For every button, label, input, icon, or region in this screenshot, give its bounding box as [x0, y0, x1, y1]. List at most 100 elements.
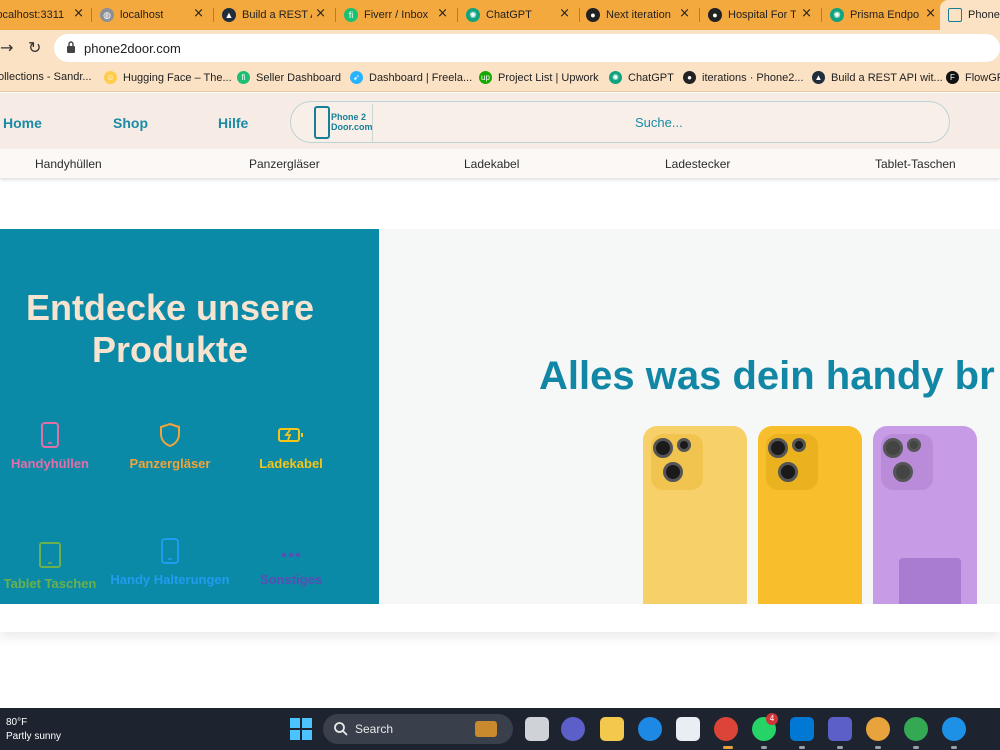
category-link-handyhuellen[interactable]: Handyhüllen — [35, 157, 102, 171]
hero-category-tablet-taschen[interactable]: Tablet Taschen — [0, 542, 110, 592]
whatsapp-icon[interactable]: 4 — [752, 713, 778, 741]
browser-tab[interactable]: ✺ Prisma Endpo × — [830, 2, 938, 28]
category-link-panzerglaeser[interactable]: Panzergläser — [249, 157, 320, 171]
bookmark-item[interactable]: ☺ Hugging Face – The... — [104, 71, 232, 84]
hero-category-handy-halterungen[interactable]: Handy Halterungen — [110, 538, 230, 588]
category-link-tablet-taschen[interactable]: Tablet-Taschen — [875, 157, 956, 171]
reload-icon[interactable]: ↻ — [28, 38, 41, 57]
search-icon — [334, 722, 348, 736]
search-highlight-icon — [475, 721, 497, 737]
browser-tab[interactable]: ● Hospital For T × — [708, 2, 814, 28]
bookmark-item[interactable]: up Project List | Upwork — [479, 71, 599, 84]
hero-category-ladekabel[interactable]: Ladekabel — [231, 422, 351, 472]
browser-tab[interactable]: ◍ localhost × — [100, 2, 206, 28]
bookmark-item[interactable]: F FlowGP — [946, 71, 1000, 84]
site-search-bar[interactable]: Phone 2 Door.com Suche... — [290, 101, 950, 143]
docker-icon[interactable] — [942, 717, 966, 741]
close-tab-icon[interactable]: × — [193, 6, 204, 21]
upwork-icon: up — [479, 71, 492, 84]
browser-tab[interactable]: localhost:3311 × — [0, 2, 86, 28]
browser-tab[interactable]: ✺ ChatGPT × — [466, 2, 572, 28]
nav-shop-link[interactable]: Shop — [113, 115, 148, 131]
bookmark-item[interactable]: ollections - Sandr... — [0, 71, 92, 83]
search-placeholder: Suche... — [635, 115, 683, 130]
browser-tab-active[interactable]: Phone — [940, 0, 1000, 30]
browser-toolbar: → ↻ phone2door.com — [0, 30, 1000, 66]
arrow-logo-icon: ▲ — [812, 71, 825, 84]
freelancer-icon: ➹ — [350, 71, 363, 84]
task-view-icon[interactable] — [525, 717, 549, 741]
taskbar-search[interactable]: Search — [323, 714, 513, 744]
address-bar-url: phone2door.com — [84, 41, 181, 56]
close-tab-icon[interactable]: × — [315, 6, 326, 21]
chrome-icon[interactable] — [866, 717, 890, 741]
hero-slogan: Alles was dein handy br — [539, 354, 995, 398]
fiverr-icon: fi — [237, 71, 250, 84]
chrome-icon[interactable] — [904, 717, 928, 741]
hero-category-sonstiges[interactable]: Sonstiges — [231, 546, 351, 588]
address-bar[interactable]: phone2door.com — [54, 34, 1000, 62]
github-icon: ● — [708, 8, 722, 22]
browser-tab[interactable]: fi Fiverr / Inbox × — [344, 2, 450, 28]
vscode-icon[interactable] — [790, 717, 814, 741]
close-tab-icon[interactable]: × — [559, 6, 570, 21]
forward-arrow-icon[interactable]: → — [0, 38, 13, 57]
more-dots-icon — [281, 552, 301, 558]
close-tab-icon[interactable]: × — [679, 6, 690, 21]
fiverr-icon: fi — [344, 8, 358, 22]
windows-start-icon[interactable] — [290, 718, 312, 740]
teams-chat-icon[interactable] — [561, 717, 585, 741]
hero-category-handyhuellen[interactable]: Handyhüllen — [0, 422, 110, 472]
tablet-icon — [39, 542, 61, 568]
browser-tab[interactable]: ● Next iteration × — [586, 2, 692, 28]
github-icon: ● — [586, 8, 600, 22]
edge-browser-icon[interactable] — [638, 717, 662, 741]
phone-logo-icon — [314, 106, 330, 139]
browser-tab-strip: localhost:3311 × ◍ localhost × ▲ Build a… — [0, 0, 1000, 30]
chatgpt-icon: ✺ — [466, 8, 480, 22]
phone-holder-icon — [161, 538, 179, 564]
hero-heading: Entdecke unsere Produkte — [25, 287, 315, 370]
bookmark-item[interactable]: fi Seller Dashboard — [237, 71, 341, 84]
lock-icon — [67, 41, 75, 53]
close-tab-icon[interactable]: × — [73, 6, 84, 21]
hero-banner: Alles was dein handy br — [379, 229, 1000, 604]
phone2door-logo[interactable]: Phone 2 Door.com — [301, 104, 373, 142]
github-icon: ● — [683, 71, 696, 84]
bookmark-item[interactable]: ✺ ChatGPT — [609, 71, 674, 84]
bookmark-item[interactable]: ● iterations · Phone2... — [683, 71, 804, 84]
notification-badge: 4 — [766, 713, 778, 725]
microsoft-store-icon[interactable] — [676, 717, 700, 741]
flow-icon: F — [946, 71, 959, 84]
phone-case-image — [643, 426, 747, 604]
category-bar: Handyhüllen Panzergläser Ladekabel Lades… — [0, 149, 1000, 178]
hero-section: Entdecke unsere Produkte Handyhüllen Pan… — [0, 229, 1000, 604]
windows-taskbar: 80°F Partly sunny Search 4 — [0, 708, 1000, 750]
teams-icon[interactable] — [828, 717, 852, 741]
close-tab-icon[interactable]: × — [801, 6, 812, 21]
hugging-face-icon: ☺ — [104, 71, 117, 84]
weather-widget[interactable]: 80°F Partly sunny — [6, 716, 61, 744]
arrow-logo-icon: ▲ — [222, 8, 236, 22]
close-tab-icon[interactable]: × — [925, 6, 936, 21]
battery-charging-icon — [278, 428, 303, 442]
chatgpt-icon: ✺ — [609, 71, 622, 84]
category-link-ladestecker[interactable]: Ladestecker — [665, 157, 730, 171]
phone-case-image — [873, 426, 977, 604]
browser-tab[interactable]: ▲ Build a REST API × — [222, 2, 328, 28]
close-tab-icon[interactable]: × — [437, 6, 448, 21]
bookmark-item[interactable]: ➹ Dashboard | Freela... — [350, 71, 472, 84]
hero-category-panzerglaeser[interactable]: Panzergläser — [110, 422, 230, 472]
phone-icon — [41, 422, 59, 448]
shield-icon — [160, 422, 180, 448]
nav-home-link[interactable]: Home — [3, 115, 42, 131]
product-categories-panel: Entdecke unsere Produkte Handyhüllen Pan… — [0, 229, 379, 604]
bookmark-item[interactable]: ▲ Build a REST API wit... — [812, 71, 943, 84]
chrome-profile-icon[interactable] — [714, 717, 738, 741]
chatgpt-icon: ✺ — [830, 8, 844, 22]
category-link-ladekabel[interactable]: Ladekabel — [464, 157, 519, 171]
file-explorer-icon[interactable] — [600, 717, 624, 741]
card-pocket — [899, 558, 961, 604]
nav-help-link[interactable]: Hilfe — [218, 115, 248, 131]
phone-case-image — [758, 426, 862, 604]
